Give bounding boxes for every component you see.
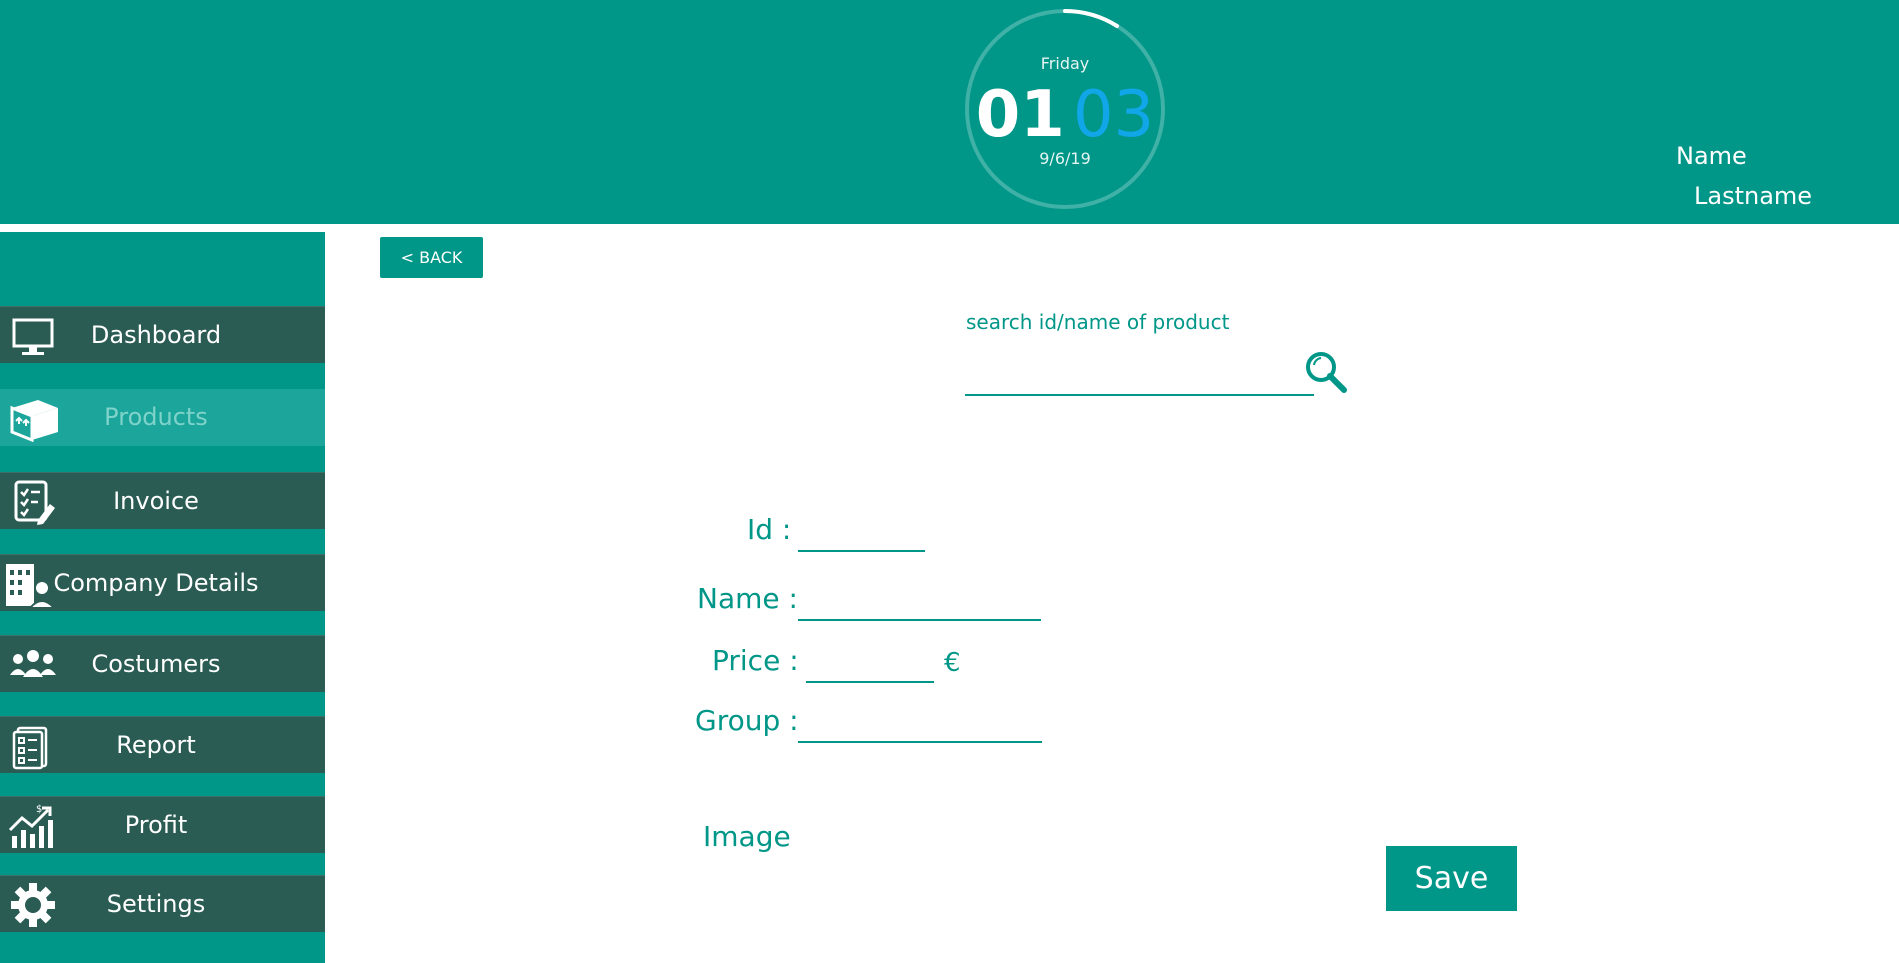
save-button[interactable]: Save (1386, 846, 1517, 911)
header-bar: Friday 01 03 9/6/19 Name Lastname (0, 0, 1899, 224)
sidebar-item-settings[interactable]: Settings (0, 875, 325, 932)
id-field[interactable] (798, 518, 925, 552)
sidebar-item-label: Company Details (53, 569, 259, 597)
sidebar-item-label: Products (104, 403, 208, 431)
sidebar: Dashboard Products Invoice Company Detai… (0, 232, 325, 963)
currency-symbol: € (944, 648, 961, 678)
clock-date: 9/6/19 (1039, 149, 1091, 168)
name-field[interactable] (798, 587, 1041, 621)
sidebar-item-label: Invoice (113, 487, 199, 515)
sidebar-item-label: Costumers (91, 650, 221, 678)
clock-time: 01 03 (963, 75, 1167, 155)
header-divider (0, 224, 1899, 227)
sidebar-item-profit[interactable]: $ Profit (0, 796, 325, 853)
group-label: Group : (695, 704, 799, 737)
clock-day: Friday (1040, 54, 1090, 73)
sidebar-item-company-details[interactable]: Company Details (0, 554, 325, 611)
group-field[interactable] (798, 709, 1042, 743)
sidebar-item-invoice[interactable]: Invoice (0, 472, 325, 529)
sidebar-item-label: Report (116, 731, 196, 759)
name-label: Name : (697, 582, 798, 615)
sidebar-item-dashboard[interactable]: Dashboard (0, 306, 325, 363)
sidebar-item-label: Dashboard (90, 321, 222, 349)
user-last-name: Lastname (1694, 182, 1813, 210)
user-first-name: Name (1676, 142, 1747, 170)
sidebar-item-label: Profit (124, 811, 188, 839)
search-icon[interactable] (1302, 348, 1350, 396)
sidebar-item-products[interactable]: Products (0, 389, 325, 446)
clock-widget: Friday 01 03 9/6/19 (963, 7, 1167, 211)
sidebar-item-label: Settings (106, 890, 206, 918)
sidebar-item-costumers[interactable]: Costumers (0, 635, 325, 692)
id-label: Id : (747, 513, 792, 546)
sidebar-item-report[interactable]: Report (0, 716, 325, 773)
image-label: Image (703, 820, 791, 853)
price-field[interactable] (806, 649, 934, 683)
back-button[interactable]: < BACK (380, 237, 483, 278)
clock-hours: 01 (975, 78, 1065, 152)
price-label: Price : (712, 644, 799, 677)
search-input[interactable] (965, 356, 1314, 396)
search-label: search id/name of product (966, 310, 1230, 334)
clock-minutes: 03 (1072, 78, 1155, 152)
